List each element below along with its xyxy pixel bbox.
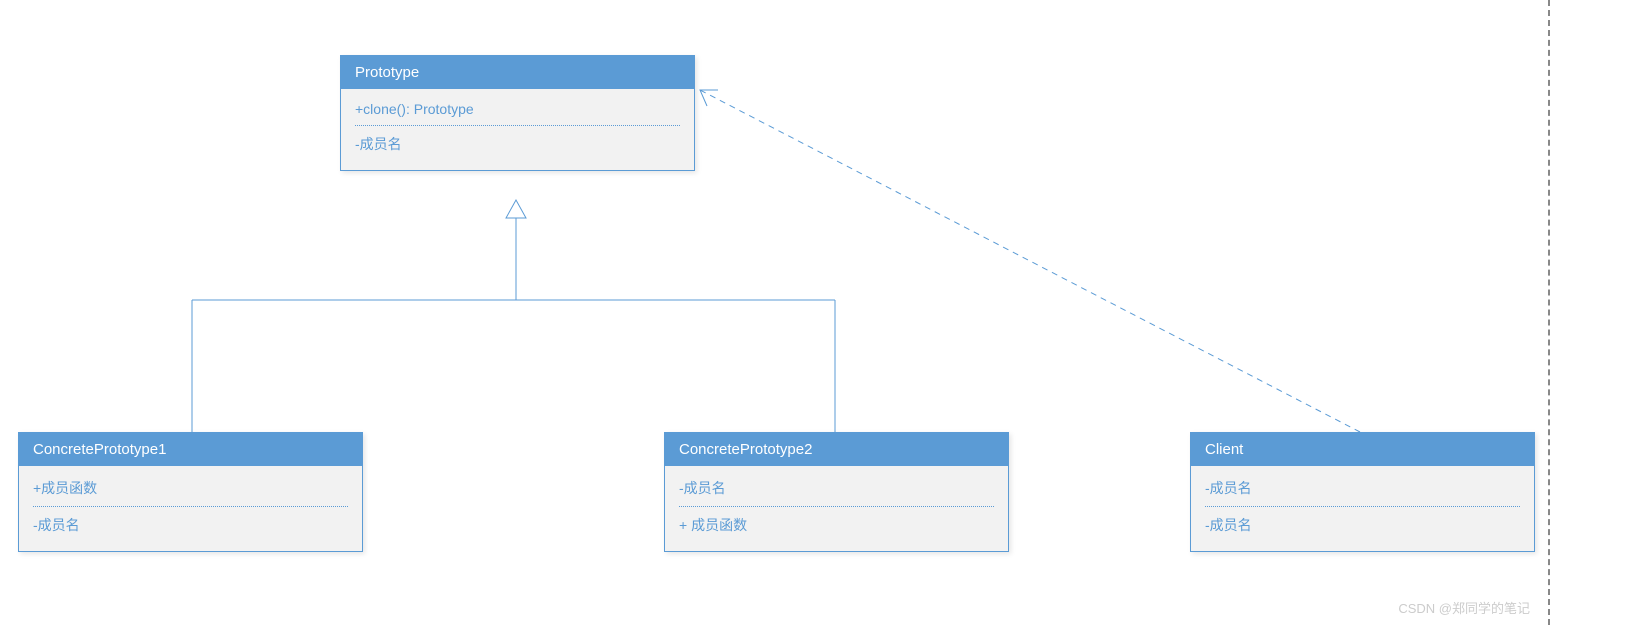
divider bbox=[1205, 506, 1520, 507]
class-member: -成员名 bbox=[1205, 509, 1520, 541]
inheritance-arrowhead bbox=[506, 200, 526, 218]
dependency-line bbox=[700, 90, 1360, 432]
divider bbox=[679, 506, 994, 507]
watermark: CSDN @郑同学的笔记 bbox=[1398, 598, 1530, 617]
class-title: ConcretePrototype2 bbox=[665, 433, 1008, 466]
divider bbox=[33, 506, 348, 507]
class-client: Client -成员名 -成员名 bbox=[1190, 432, 1535, 552]
class-concrete-prototype-1: ConcretePrototype1 +成员函数 -成员名 bbox=[18, 432, 363, 552]
class-member: -成员名 bbox=[33, 509, 348, 541]
class-member: +clone(): Prototype bbox=[355, 95, 680, 123]
class-title: Client bbox=[1191, 433, 1534, 466]
class-member: -成员名 bbox=[355, 128, 680, 160]
dependency-arrowhead bbox=[700, 90, 718, 106]
class-member: +成员函数 bbox=[33, 472, 348, 504]
class-concrete-prototype-2: ConcretePrototype2 -成员名 + 成员函数 bbox=[664, 432, 1009, 552]
class-member: -成员名 bbox=[1205, 472, 1520, 504]
class-member: + 成员函数 bbox=[679, 509, 994, 541]
class-body: +成员函数 -成员名 bbox=[19, 466, 362, 551]
class-prototype: Prototype +clone(): Prototype -成员名 bbox=[340, 55, 695, 171]
divider bbox=[355, 125, 680, 126]
crop-boundary-line bbox=[1548, 0, 1550, 625]
class-member: -成员名 bbox=[679, 472, 994, 504]
class-title: ConcretePrototype1 bbox=[19, 433, 362, 466]
class-body: +clone(): Prototype -成员名 bbox=[341, 89, 694, 170]
class-body: -成员名 -成员名 bbox=[1191, 466, 1534, 551]
class-title: Prototype bbox=[341, 56, 694, 89]
class-body: -成员名 + 成员函数 bbox=[665, 466, 1008, 551]
